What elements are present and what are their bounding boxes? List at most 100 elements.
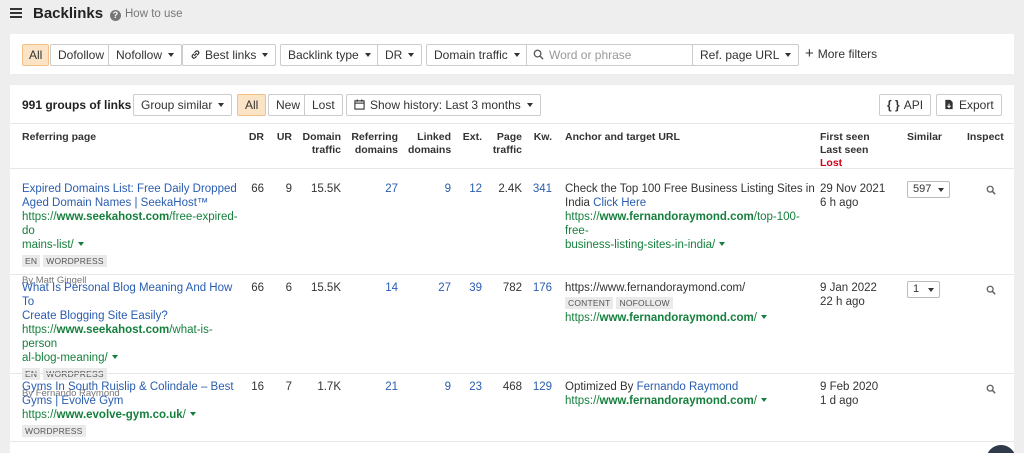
anchor-text: Check the Top 100 Free Business Listing …: [565, 183, 815, 195]
referring-domains-value[interactable]: 21: [346, 380, 398, 394]
col-page-traffic[interactable]: Page traffic: [488, 131, 522, 157]
history-lost-button[interactable]: Lost: [304, 94, 343, 116]
dr-value: 66: [251, 183, 264, 195]
dr-dropdown[interactable]: DR: [377, 44, 423, 66]
tag-badge: WORDPRESS: [43, 368, 107, 380]
url-menu-caret-icon[interactable]: [189, 412, 196, 416]
show-history-dropdown[interactable]: Show history: Last 3 months: [346, 94, 541, 116]
referring-page-title[interactable]: What Is Personal Blog Meaning And How To…: [22, 281, 242, 323]
col-first-last-seen[interactable]: First seen Last seen Lost: [820, 131, 870, 170]
code-braces-icon: { }: [887, 98, 900, 112]
col-linked-domains-l1: Linked: [417, 131, 451, 143]
ext-value[interactable]: 39: [458, 281, 482, 295]
referring-page-url[interactable]: https://www.seekahost.com/what-is-person…: [22, 323, 242, 365]
search-input[interactable]: Word or phrase: [526, 44, 693, 66]
best-links-dropdown[interactable]: Best links: [182, 44, 277, 66]
link-icon: [191, 50, 200, 59]
filter-dofollow-button[interactable]: Dofollow: [50, 44, 113, 66]
referring-page-title[interactable]: Expired Domains List: Free Daily Dropped…: [22, 182, 242, 210]
group-similar-label: Group similar: [141, 98, 213, 112]
inspect-icon[interactable]: [986, 285, 996, 295]
linked-domains-value[interactable]: 9: [408, 182, 451, 196]
divider: [10, 123, 1014, 124]
chevron-down-icon: [785, 53, 792, 57]
col-domain-traffic[interactable]: Domain traffic: [296, 131, 341, 157]
menu-icon[interactable]: [10, 8, 22, 18]
anchor-link[interactable]: Fernando Raymond: [637, 381, 739, 393]
anchor-link[interactable]: Click Here: [593, 197, 646, 209]
ext-value[interactable]: 12: [458, 182, 482, 196]
chevron-down-icon: [938, 188, 944, 192]
ext-value[interactable]: 23: [458, 380, 482, 394]
col-similar[interactable]: Similar: [907, 131, 942, 144]
col-page-traffic-l1: Page: [496, 131, 522, 143]
domain-traffic-value: 1.7K: [317, 381, 341, 393]
url-menu-caret-icon[interactable]: [719, 242, 726, 246]
api-label: API: [903, 98, 924, 112]
group-similar-dropdown[interactable]: Group similar: [133, 94, 233, 116]
referring-domains-value[interactable]: 27: [346, 182, 398, 196]
anchor-text: Optimized By: [565, 381, 637, 393]
ref-page-url-dropdown[interactable]: Ref. page URL: [692, 44, 800, 66]
col-anchor-target[interactable]: Anchor and target URL: [565, 131, 680, 144]
url-domain: www.fernandoraymond.com: [599, 395, 754, 407]
target-url[interactable]: https://www.fernandoraymond.com/top-100-…: [565, 210, 815, 252]
url-domain: www.seekahost.com: [56, 324, 170, 336]
chevron-down-icon: [408, 53, 415, 57]
url-domain: www.fernandoraymond.com: [599, 211, 754, 223]
history-all-button[interactable]: All: [237, 94, 267, 116]
more-filters-button[interactable]: + More filters: [805, 46, 877, 61]
divider: [10, 274, 1014, 275]
how-to-use-link[interactable]: ? How to use: [110, 8, 183, 21]
col-referring-page[interactable]: Referring page: [22, 131, 96, 144]
keywords-value[interactable]: 176: [526, 281, 552, 295]
backlink-type-label: Backlink type: [288, 48, 359, 62]
api-button[interactable]: { } API: [879, 94, 932, 116]
url-domain: www.fernandoraymond.com: [599, 312, 754, 324]
best-links-label: Best links: [205, 48, 257, 62]
linked-domains-value[interactable]: 9: [408, 380, 451, 394]
domain-traffic-value: 15.5K: [310, 282, 341, 294]
similar-select[interactable]: 1: [907, 281, 940, 298]
col-dr[interactable]: DR: [236, 131, 264, 144]
url-menu-caret-icon[interactable]: [760, 398, 767, 402]
url-menu-caret-icon[interactable]: [760, 315, 767, 319]
history-new-button[interactable]: New: [268, 94, 309, 116]
target-url[interactable]: https://www.fernandoraymond.com/: [565, 394, 815, 408]
similar-select[interactable]: 597: [907, 181, 950, 198]
chevron-down-icon: [928, 288, 934, 292]
page-traffic-value: 2.4K: [498, 183, 522, 195]
backlink-type-dropdown[interactable]: Backlink type: [280, 44, 379, 66]
col-ur[interactable]: UR: [270, 131, 292, 144]
domain-traffic-dropdown[interactable]: Domain traffic: [426, 44, 528, 66]
referring-domains-value[interactable]: 14: [346, 281, 398, 295]
inspect-icon[interactable]: [986, 185, 996, 195]
title-line: Gyms In South Ruislip & Colindale – Best: [22, 381, 234, 393]
dr-value: 66: [251, 282, 264, 294]
target-url[interactable]: https://www.fernandoraymond.com/: [565, 311, 815, 325]
keywords-value[interactable]: 341: [526, 182, 552, 196]
referring-page-title[interactable]: Gyms In South Ruislip & Colindale – Best…: [22, 380, 242, 408]
col-ext[interactable]: Ext.: [458, 131, 482, 144]
tag-badge: EN: [22, 255, 41, 267]
chevron-down-icon: [526, 103, 533, 107]
url-menu-caret-icon[interactable]: [77, 242, 84, 246]
col-kw[interactable]: Kw.: [526, 131, 552, 144]
filter-all-button[interactable]: All: [22, 44, 49, 66]
inspect-icon[interactable]: [986, 384, 996, 394]
filter-nofollow-dropdown[interactable]: Nofollow: [108, 44, 183, 66]
col-referring-domains[interactable]: Referring domains: [346, 131, 398, 157]
export-button[interactable]: Export: [936, 94, 1002, 116]
col-linked-domains-l2: domains: [408, 144, 452, 156]
referring-page-url[interactable]: https://www.evolve-gym.co.uk/: [22, 408, 242, 422]
url-menu-caret-icon[interactable]: [111, 355, 118, 359]
col-linked-domains[interactable]: Linked domains: [408, 131, 451, 157]
chevron-down-icon: [168, 53, 175, 57]
last-seen-date: 1 d ago: [820, 395, 859, 407]
linked-domains-value[interactable]: 27: [408, 281, 451, 295]
referring-page-url[interactable]: https://www.seekahost.com/free-expired-d…: [22, 210, 242, 252]
keywords-value[interactable]: 129: [526, 380, 552, 394]
divider: [10, 373, 1014, 374]
referring-page-cell: Expired Domains List: Free Daily Dropped…: [22, 182, 242, 288]
similar-count: 1: [913, 283, 920, 295]
